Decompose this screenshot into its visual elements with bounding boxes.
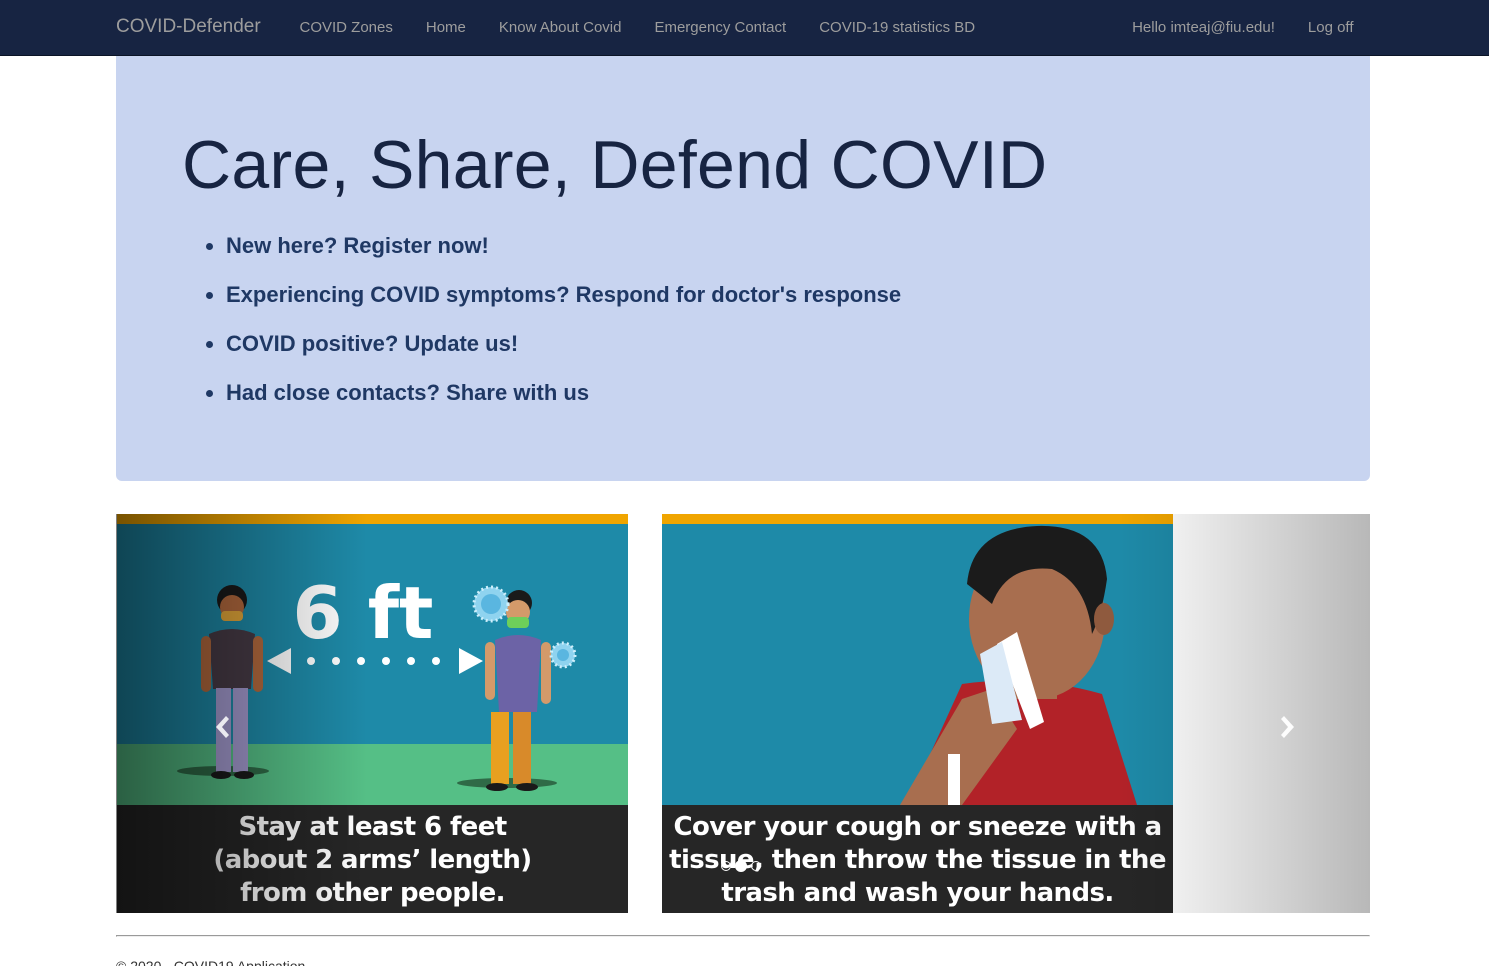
nav-link-know-about-covid[interactable]: Know About Covid [482, 0, 638, 56]
nav-link-covid-statistics-bd[interactable]: COVID-19 statistics BD [803, 0, 992, 56]
hero-list-item: COVID positive? Update us! [226, 325, 901, 374]
footer-copyright: © 2020 - COVID19 Application [116, 958, 306, 966]
hero-list-item: Experiencing COVID symptoms? Respond for… [226, 276, 901, 325]
nav-link-home[interactable]: Home [409, 0, 482, 56]
brand-link[interactable]: COVID-Defender [116, 16, 261, 38]
hero-list: New here? Register now! Experiencing COV… [226, 227, 901, 423]
carousel-indicator-1[interactable] [721, 861, 731, 871]
nav-link-covid-zones[interactable]: COVID Zones [283, 0, 409, 56]
caption-line: Cover your cough or sneeze with a [673, 812, 1162, 842]
hero-title: Care, Share, Defend COVID [182, 127, 1048, 203]
nav-links: COVID Zones Home Know About Covid Emerge… [283, 0, 992, 56]
carousel-next-button[interactable] [1268, 712, 1308, 742]
slide-cover-cough: Cover your cough or sneeze with a tissue… [662, 514, 1173, 913]
logoff-link[interactable]: Log off [1291, 0, 1370, 56]
nav-user-area: Hello imteaj@fiu.edu! Log off [1116, 0, 1370, 56]
carousel-indicator-3[interactable] [751, 861, 761, 871]
hero-jumbotron: Care, Share, Defend COVID New here? Regi… [116, 56, 1370, 481]
footer-divider [116, 935, 1370, 937]
poster-top-strip [662, 514, 1173, 524]
hero-list-item: New here? Register now! [226, 227, 901, 276]
hero-list-item: Had close contacts? Share with us [226, 374, 901, 423]
chevron-right-icon [1281, 716, 1294, 738]
image-carousel: 6 ft Stay at least 6 feet (about 2 arms’… [116, 514, 1370, 913]
carousel-right-gradient [1119, 514, 1370, 913]
carousel-indicator-2[interactable] [735, 860, 747, 872]
cover-cough-illustration [662, 524, 1173, 805]
top-navbar: COVID-Defender COVID Zones Home Know Abo… [0, 0, 1489, 56]
caption-line: trash and wash your hands. [721, 878, 1114, 908]
carousel-prev-button[interactable] [202, 712, 242, 742]
slide-caption: Cover your cough or sneeze with a tissue… [662, 805, 1173, 913]
chevron-left-icon [216, 716, 229, 738]
nav-link-emergency-contact[interactable]: Emergency Contact [638, 0, 803, 56]
carousel-indicators [721, 860, 761, 872]
user-greeting-link[interactable]: Hello imteaj@fiu.edu! [1116, 0, 1292, 56]
